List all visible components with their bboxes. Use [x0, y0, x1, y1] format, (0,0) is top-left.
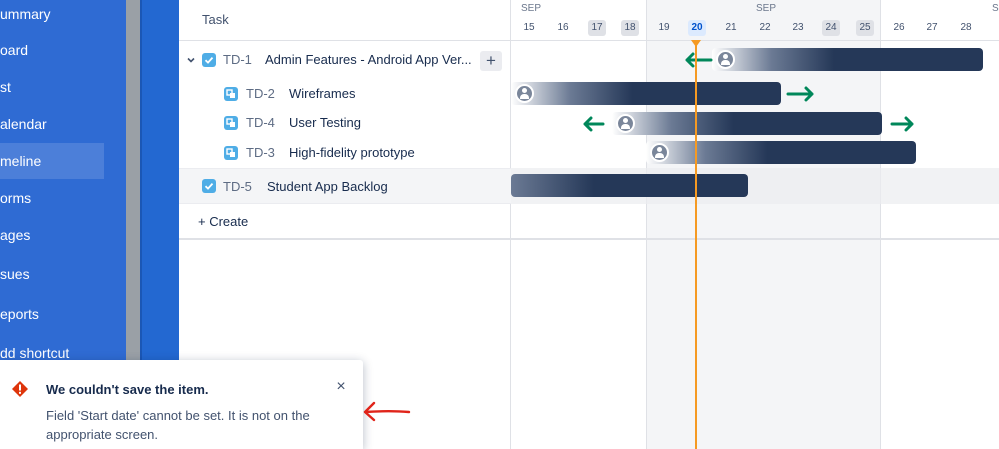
assignee-avatar-icon[interactable] — [515, 84, 534, 103]
timeline-bar-td-1[interactable] — [712, 48, 983, 71]
arrow-left-icon — [685, 52, 713, 68]
month-label: SE — [992, 3, 999, 14]
day-label: 19 — [658, 22, 670, 33]
error-flag-message: Field 'Start date' cannot be set. It is … — [46, 408, 310, 442]
task-name[interactable]: High-fidelity prototype — [289, 145, 499, 160]
error-icon — [12, 381, 28, 397]
task-checkbox-icon — [202, 179, 216, 193]
task-row-td-2[interactable]: TD-2 Wireframes — [179, 79, 511, 109]
timeline-bar-td-2[interactable] — [511, 82, 781, 105]
day-label: 15 — [523, 22, 535, 33]
error-flag-title: We couldn't save the item. — [46, 382, 209, 397]
timeline-bar-td-5[interactable] — [511, 174, 748, 197]
error-flag: We couldn't save the item. × Field 'Star… — [0, 360, 363, 449]
day-label: 16 — [557, 22, 569, 33]
sidebar-item-label: ummary — [0, 6, 51, 22]
sidebar-item-label: orms — [0, 190, 32, 206]
task-key[interactable]: TD-1 — [223, 52, 252, 67]
sidebar-item-list[interactable]: st — [0, 69, 126, 105]
task-key[interactable]: TD-2 — [246, 86, 275, 101]
sidebar-item-timeline[interactable]: meline — [0, 143, 104, 179]
arrow-left-icon — [583, 116, 605, 132]
assignee-avatar-icon[interactable] — [716, 50, 735, 69]
sidebar-item-forms[interactable]: orms — [0, 180, 126, 216]
day-label: 18 — [621, 20, 639, 36]
day-label: 23 — [792, 22, 804, 33]
day-label: 28 — [960, 22, 972, 33]
assignee-avatar-icon[interactable] — [650, 143, 669, 162]
sidebar-item-label: eports — [0, 306, 39, 322]
timeline-divider — [511, 238, 999, 240]
annotation-arrow-icon — [363, 401, 411, 422]
day-label: 25 — [856, 20, 874, 36]
task-name[interactable]: Wireframes — [289, 86, 489, 101]
task-key[interactable]: TD-3 — [246, 145, 275, 160]
timeline-header: SEP SEP SE 15 16 17 18 19 20 21 22 23 24… — [511, 0, 999, 41]
task-row-td-1[interactable]: TD-1 Admin Features - Android App Ver...… — [179, 45, 511, 75]
day-label: 17 — [588, 20, 606, 36]
sidebar-item-label: meline — [0, 153, 42, 169]
sidebar-item-label: dd shortcut — [0, 345, 70, 361]
task-row-td-3[interactable]: TD-3 High-fidelity prototype — [179, 138, 511, 168]
assignee-avatar-icon[interactable] — [616, 114, 635, 133]
task-name[interactable]: User Testing — [289, 115, 489, 130]
subtask-icon — [224, 87, 238, 101]
subtask-icon — [224, 146, 238, 160]
day-label: 21 — [725, 22, 737, 33]
subtask-icon — [224, 116, 238, 130]
sidebar-item-label: ages — [0, 227, 31, 243]
sidebar-item-pages[interactable]: ages — [0, 217, 126, 253]
task-header-label: Task — [202, 12, 229, 27]
close-icon[interactable]: × — [333, 379, 349, 395]
arrow-right-icon — [786, 86, 814, 102]
sidebar-item-label: alendar — [0, 116, 47, 132]
sidebar-item-issues[interactable]: sues — [0, 256, 126, 292]
add-child-button[interactable]: + — [480, 51, 502, 71]
create-label: + Create — [198, 214, 249, 229]
month-label: SEP — [756, 3, 777, 14]
sidebar-item-label: oard — [0, 42, 29, 58]
sidebar-item-board[interactable]: oard — [0, 32, 126, 68]
sidebar-item-label: sues — [0, 266, 30, 282]
task-key[interactable]: TD-5 — [223, 179, 252, 194]
timeline-bar-td-3[interactable] — [646, 141, 916, 164]
day-label: 26 — [893, 22, 905, 33]
day-label: 27 — [926, 22, 938, 33]
task-column-header: Task — [179, 0, 511, 41]
sidebar-item-calendar[interactable]: alendar — [0, 106, 126, 142]
task-name[interactable]: Admin Features - Android App Ver... — [265, 52, 477, 67]
today-label: 20 — [688, 20, 706, 36]
arrow-right-icon — [890, 116, 914, 132]
day-label: 24 — [822, 20, 840, 36]
day-label: 22 — [759, 22, 771, 33]
today-line — [695, 40, 697, 449]
task-key[interactable]: TD-4 — [246, 115, 275, 130]
task-row-td-5[interactable]: TD-5 Student App Backlog — [179, 168, 511, 204]
sidebar-item-summary[interactable]: ummary — [0, 0, 126, 32]
task-name[interactable]: Student App Backlog — [267, 179, 467, 194]
timeline-grid[interactable]: SEP SEP SE 15 16 17 18 19 20 21 22 23 24… — [511, 0, 999, 449]
task-checkbox-icon — [202, 53, 216, 67]
sidebar-item-reports[interactable]: eports — [0, 296, 126, 332]
today-marker-icon — [691, 40, 701, 47]
chevron-down-icon[interactable] — [185, 54, 197, 66]
timeline-bar-td-4[interactable] — [612, 112, 882, 135]
create-button[interactable]: + Create — [179, 204, 511, 240]
month-label: SEP — [521, 3, 542, 14]
task-row-td-4[interactable]: TD-4 User Testing — [179, 108, 511, 138]
sidebar-item-label: st — [0, 79, 11, 95]
